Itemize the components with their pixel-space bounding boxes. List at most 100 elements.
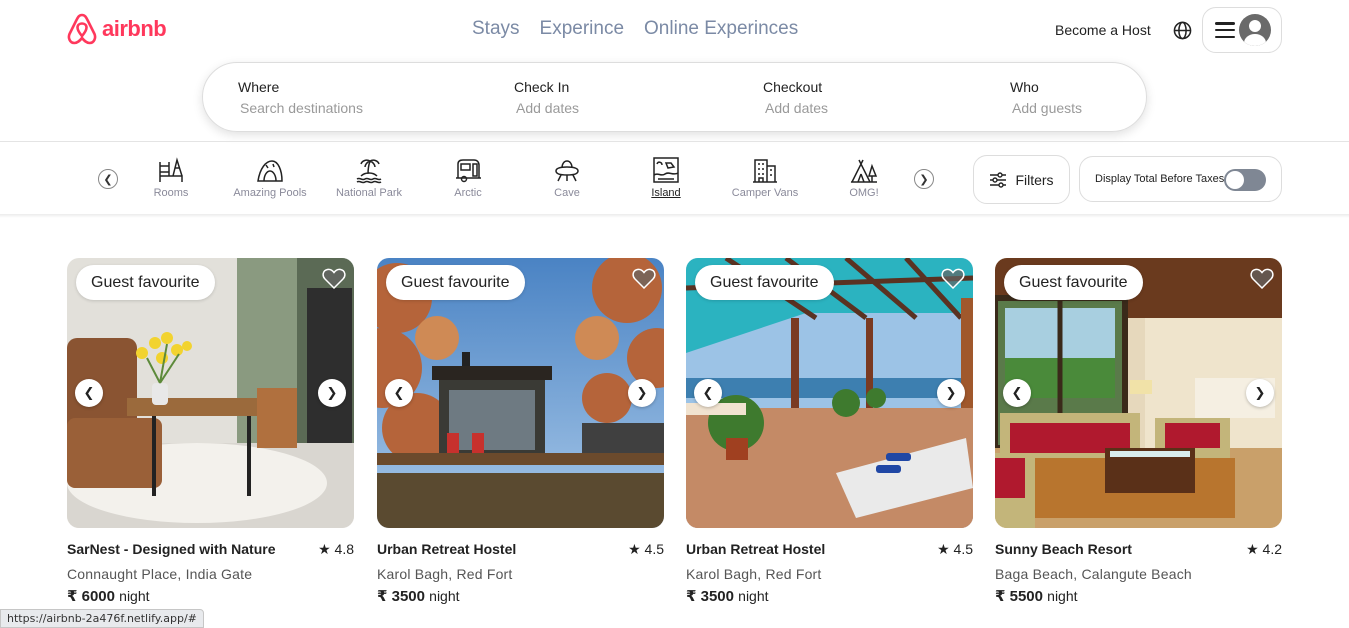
brand-name: airbnb: [102, 16, 167, 41]
taxes-toggle[interactable]: [1224, 169, 1266, 191]
checkout-placeholder[interactable]: Add dates: [763, 100, 828, 116]
rooms-icon: [159, 157, 183, 182]
camper-icon: [456, 159, 481, 183]
who-label: Who: [1010, 79, 1039, 95]
price-unit: night: [1047, 588, 1078, 604]
image-prev-button[interactable]: ❮: [385, 379, 413, 407]
category-label: Amazing Pools: [233, 187, 307, 199]
guest-favourite-badge: Guest favourite: [386, 265, 525, 300]
tab-stays[interactable]: Stays: [472, 18, 520, 40]
category-rooms[interactable]: Rooms: [126, 156, 216, 199]
guest-favourite-badge: Guest favourite: [1004, 265, 1143, 300]
image-prev-button[interactable]: ❮: [75, 379, 103, 407]
image-next-button[interactable]: ❯: [628, 379, 656, 407]
category-omg[interactable]: OMG!: [819, 156, 909, 199]
price-amount: ₹ 5500: [995, 588, 1043, 605]
building-icon: [753, 159, 777, 183]
chevron-right-icon: ❯: [919, 173, 929, 186]
category-island[interactable]: Island: [621, 156, 711, 199]
heart-icon[interactable]: [941, 267, 965, 289]
price-amount: ₹ 3500: [686, 588, 734, 605]
filters-button[interactable]: Filters: [973, 155, 1070, 204]
listing-title[interactable]: Urban Retreat Hostel: [377, 541, 516, 557]
guest-favourite-badge: Guest favourite: [76, 265, 215, 300]
listing-card[interactable]: Guest favourite ❮ ❯ SarNest - Designed w…: [67, 258, 354, 605]
listing-image[interactable]: Guest favourite ❮ ❯: [377, 258, 664, 528]
listing-card[interactable]: Guest favourite ❮ ❯ Urban Retreat Hostel…: [686, 258, 973, 605]
image-next-button[interactable]: ❯: [937, 379, 965, 407]
category-national-park[interactable]: National Park: [324, 156, 414, 199]
listing-image[interactable]: Guest favourite ❮ ❯: [995, 258, 1282, 528]
listing-price: ₹ 3500 night: [377, 587, 664, 605]
chevron-left-icon: ❮: [103, 173, 113, 186]
status-bar-url: https://airbnb-2a476f.netlify.app/#: [0, 609, 204, 628]
heart-icon[interactable]: [322, 267, 346, 289]
chevron-left-icon: ❮: [83, 385, 95, 400]
image-next-button[interactable]: ❯: [1246, 379, 1274, 407]
search-checkin[interactable]: Check In Add dates: [514, 79, 579, 116]
categories-next-button[interactable]: ❯: [914, 169, 934, 189]
category-cave[interactable]: Cave: [522, 156, 612, 199]
category-label: Rooms: [153, 187, 189, 199]
airbnb-logo[interactable]: airbnb: [66, 12, 167, 46]
listing-title[interactable]: Sunny Beach Resort: [995, 541, 1132, 557]
listing-card[interactable]: Guest favourite ❮ ❯ Urban Retreat Hostel…: [377, 258, 664, 605]
listing-title[interactable]: Urban Retreat Hostel: [686, 541, 825, 557]
search-bar: Where Search destinations Check In Add d…: [202, 62, 1147, 132]
listing-image[interactable]: Guest favourite ❮ ❯: [67, 258, 354, 528]
categories-prev-button[interactable]: ❮: [98, 169, 118, 189]
island-map-icon: [653, 157, 679, 183]
listing-title[interactable]: SarNest - Designed with Nature: [67, 541, 276, 557]
globe-icon[interactable]: [1173, 21, 1192, 40]
search-who[interactable]: Who Add guests: [1010, 79, 1082, 116]
listing-info-row: Sunny Beach Resort ★ 4.2: [995, 541, 1282, 561]
listing-rating: ★ 4.8: [318, 541, 354, 557]
listing-location: Karol Bagh, Red Fort: [377, 566, 513, 582]
heart-icon[interactable]: [632, 267, 656, 289]
main-nav: Stays Experince Online Experinces: [472, 18, 798, 40]
category-label: Camper Vans: [731, 187, 799, 199]
listing-info-row: Urban Retreat Hostel ★ 4.5: [377, 541, 664, 561]
checkin-placeholder[interactable]: Add dates: [514, 100, 579, 116]
taxes-label: Display Total Before Taxes: [1095, 173, 1225, 185]
category-label: Cave: [554, 187, 580, 199]
category-arctic[interactable]: Arctic: [423, 156, 513, 199]
header-divider: [0, 141, 1349, 142]
ufo-icon: [555, 160, 579, 182]
user-menu-button[interactable]: [1202, 7, 1282, 53]
checkin-label: Check In: [514, 79, 570, 95]
become-host-link[interactable]: Become a Host: [1055, 22, 1151, 38]
heart-icon[interactable]: [1250, 267, 1274, 289]
listing-price: ₹ 5500 night: [995, 587, 1282, 605]
listing-price: ₹ 3500 night: [686, 587, 973, 605]
price-amount: ₹ 6000: [67, 588, 115, 605]
listing-image[interactable]: Guest favourite ❮ ❯: [686, 258, 973, 528]
category-bar-shadow: [0, 214, 1349, 218]
image-prev-button[interactable]: ❮: [694, 379, 722, 407]
tab-experience[interactable]: Experince: [540, 18, 625, 40]
listing-info-row: SarNest - Designed with Nature ★ 4.8: [67, 541, 354, 561]
chevron-right-icon: ❯: [326, 385, 338, 400]
chevron-left-icon: ❮: [393, 385, 405, 400]
who-placeholder[interactable]: Add guests: [1010, 100, 1082, 116]
chevron-left-icon: ❮: [1011, 385, 1023, 400]
guest-favourite-badge: Guest favourite: [695, 265, 834, 300]
search-where[interactable]: Where Search destinations: [238, 79, 363, 116]
pool-icon: [257, 160, 283, 182]
category-amazing-pools[interactable]: Amazing Pools: [225, 156, 315, 199]
listing-card[interactable]: Guest favourite ❮ ❯ Sunny Beach Resort ★…: [995, 258, 1282, 605]
tab-online-experiences[interactable]: Online Experinces: [644, 18, 798, 40]
image-prev-button[interactable]: ❮: [1003, 379, 1031, 407]
chevron-left-icon: ❮: [702, 385, 714, 400]
tent-icon: [850, 159, 878, 183]
listing-location: Karol Bagh, Red Fort: [686, 566, 822, 582]
image-next-button[interactable]: ❯: [318, 379, 346, 407]
user-avatar-icon: [1239, 14, 1271, 46]
where-placeholder[interactable]: Search destinations: [238, 100, 363, 116]
category-camper-vans[interactable]: Camper Vans: [720, 156, 810, 199]
listing-price: ₹ 6000 night: [67, 587, 354, 605]
sliders-icon: [990, 171, 1007, 188]
checkout-label: Checkout: [763, 79, 823, 95]
search-checkout[interactable]: Checkout Add dates: [763, 79, 828, 116]
category-label: National Park: [335, 187, 403, 199]
